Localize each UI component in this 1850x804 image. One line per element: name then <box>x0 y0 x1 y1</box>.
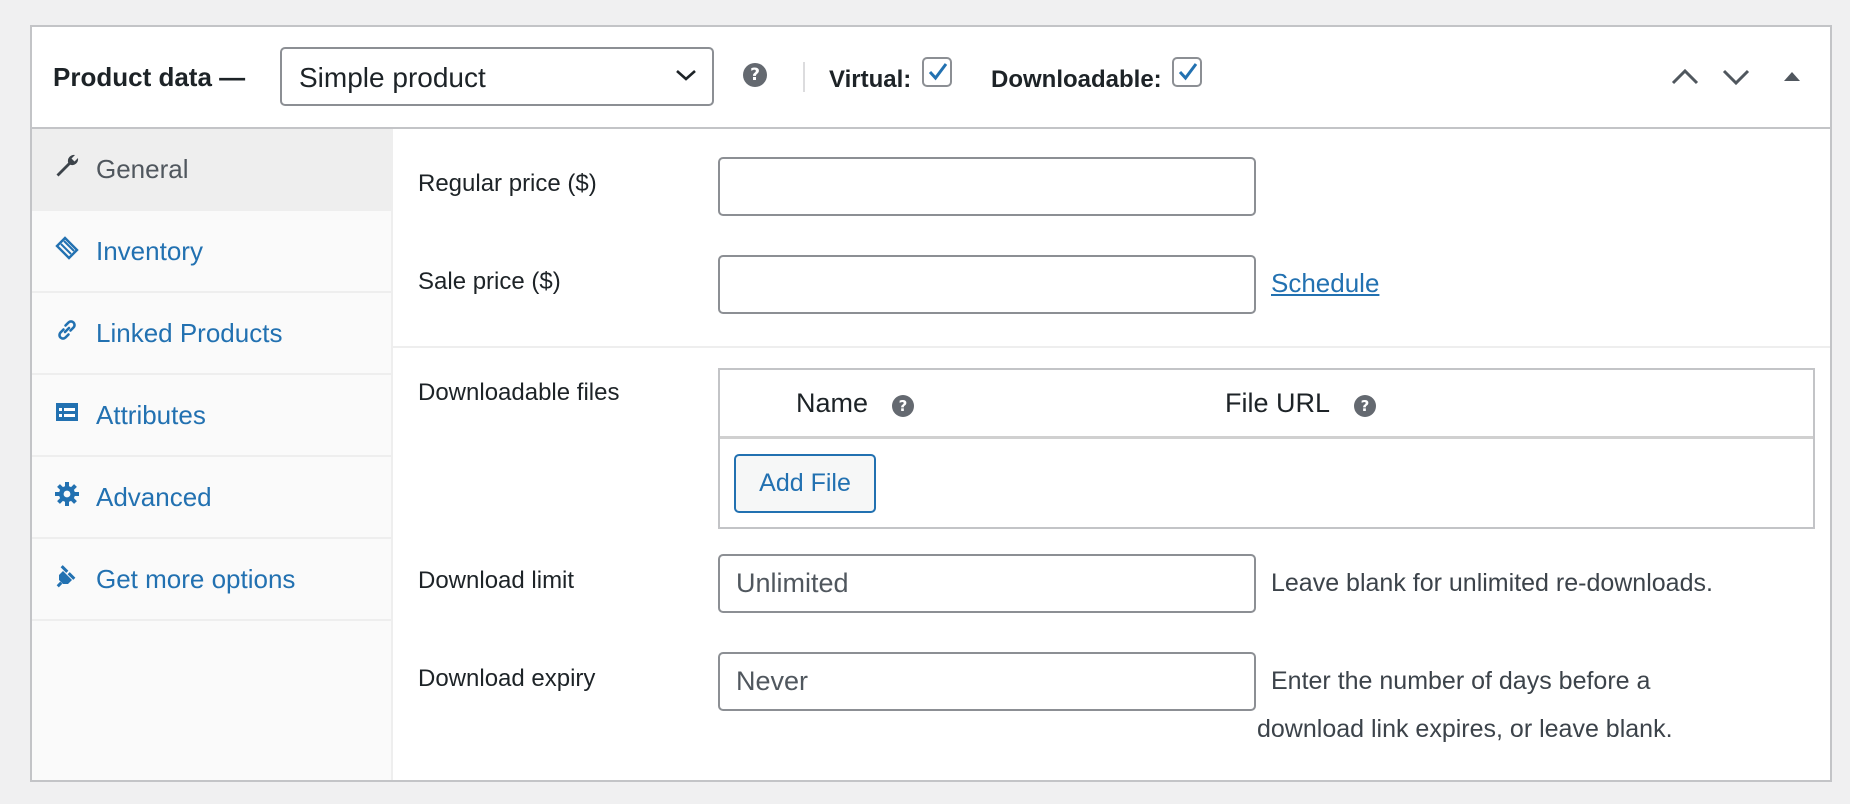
download-limit-label: Download limit <box>418 567 575 594</box>
download-limit-input[interactable] <box>718 554 1256 613</box>
downloadable-files-table: Name ? File URL ? Add File <box>718 368 1815 529</box>
tab-inventory[interactable]: Inventory <box>32 211 391 293</box>
download-expiry-input[interactable] <box>718 652 1256 711</box>
download-expiry-description-line2: download link expires, or leave blank. <box>1257 715 1673 743</box>
move-up-button[interactable] <box>1669 65 1701 94</box>
tab-advanced[interactable]: Advanced <box>32 457 391 539</box>
chevron-up-icon <box>1671 68 1699 85</box>
tab-label: General <box>96 154 189 184</box>
tab-linked-products[interactable]: Linked Products <box>32 293 391 375</box>
virtual-label: Virtual: <box>829 66 912 93</box>
list-icon <box>54 399 80 425</box>
product-data-tabs: General Inventory Linked Products Attrib… <box>32 129 393 780</box>
tab-label: Linked Products <box>96 318 283 348</box>
chevron-down-icon <box>674 67 698 88</box>
toggle-panel-button[interactable] <box>1781 65 1803 94</box>
header-separator <box>803 62 805 92</box>
checkmark-icon <box>1178 63 1198 81</box>
regular-price-label: Regular price ($) <box>418 170 597 197</box>
sale-price-input[interactable] <box>718 255 1256 314</box>
sale-price-label: Sale price ($) <box>418 268 561 295</box>
tab-label: Advanced <box>96 482 212 512</box>
tab-general[interactable]: General <box>32 129 391 211</box>
product-type-select[interactable]: Simple product <box>280 47 714 106</box>
section-divider <box>393 346 1830 348</box>
downloadable-label: Downloadable: <box>991 66 1162 93</box>
files-table-header: Name ? File URL ? <box>720 370 1813 439</box>
plugin-icon <box>54 563 80 589</box>
tab-attributes[interactable]: Attributes <box>32 375 391 457</box>
help-icon[interactable]: ? <box>1354 395 1376 417</box>
downloadable-checkbox[interactable] <box>1172 57 1202 87</box>
file-url-column-header: File URL <box>1225 388 1331 418</box>
tab-label: Inventory <box>96 236 203 266</box>
download-expiry-description-line1: Enter the number of days before a <box>1271 667 1651 695</box>
name-column-header: Name <box>796 388 869 418</box>
gear-icon <box>54 481 80 507</box>
virtual-checkbox[interactable] <box>922 57 952 87</box>
general-tab-panel: Regular price ($) Sale price ($) Schedul… <box>393 129 1830 780</box>
help-icon[interactable]: ? <box>743 63 767 87</box>
product-type-selected: Simple product <box>299 62 486 93</box>
regular-price-input[interactable] <box>718 157 1256 216</box>
panel-title: Product data — <box>53 62 246 92</box>
tag-icon <box>54 235 80 261</box>
collapse-triangle-icon <box>1784 72 1800 81</box>
download-limit-description: Leave blank for unlimited re-downloads. <box>1271 569 1713 597</box>
chevron-down-icon <box>1722 69 1750 86</box>
tab-get-more-options[interactable]: Get more options <box>32 539 391 621</box>
product-data-panel: Product data — Simple product ? Virtual:… <box>30 25 1832 782</box>
add-file-button[interactable]: Add File <box>734 454 876 513</box>
tab-label: Attributes <box>96 400 206 430</box>
checkmark-icon <box>928 63 948 81</box>
download-expiry-label: Download expiry <box>418 665 596 692</box>
move-down-button[interactable] <box>1720 65 1752 94</box>
tab-label: Get more options <box>96 564 296 594</box>
help-icon[interactable]: ? <box>892 395 914 417</box>
wrench-icon <box>54 153 80 179</box>
schedule-link[interactable]: Schedule <box>1271 267 1379 299</box>
product-data-header: Product data — Simple product ? Virtual:… <box>32 27 1830 129</box>
downloadable-files-label: Downloadable files <box>418 379 620 406</box>
link-icon <box>54 317 80 343</box>
